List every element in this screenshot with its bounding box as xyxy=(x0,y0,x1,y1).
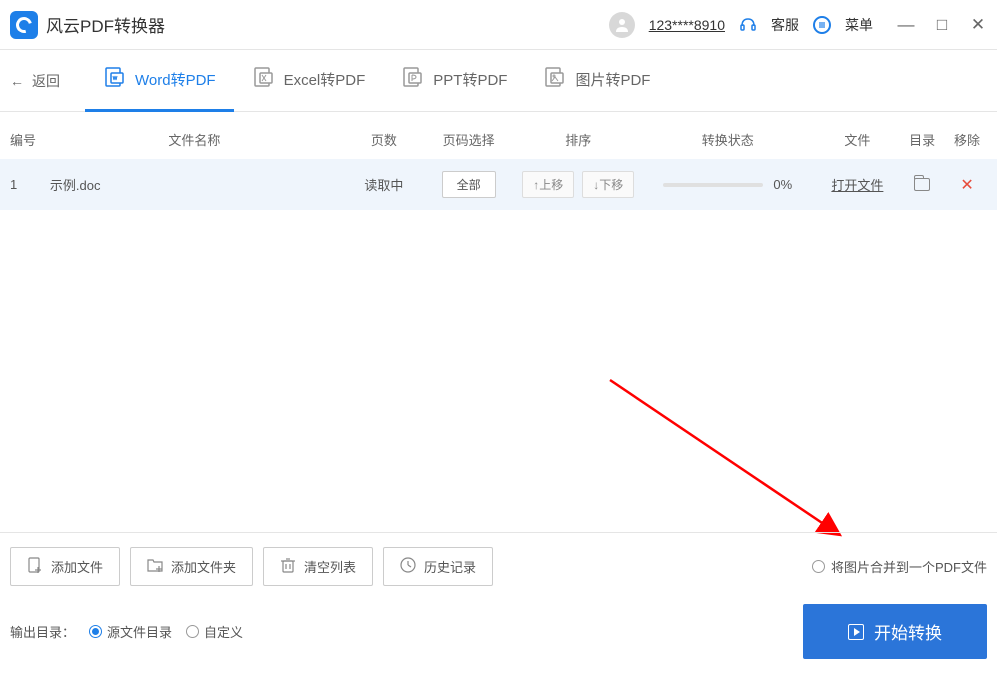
clear-label: 清空列表 xyxy=(304,557,356,576)
source-dir-label: 源文件目录 xyxy=(107,622,172,641)
menu-icon[interactable] xyxy=(813,16,831,34)
row-pages: 读取中 xyxy=(349,175,419,194)
col-file: 文件 xyxy=(818,130,898,149)
output-custom-option[interactable]: 自定义 xyxy=(186,622,243,641)
convert-label: 开始转换 xyxy=(874,619,942,644)
add-file-icon xyxy=(27,557,43,576)
row-filename: 示例.doc xyxy=(40,175,349,194)
custom-label: 自定义 xyxy=(204,622,243,641)
titlebar: 风云PDF转换器 123****8910 客服 菜单 — □ ✕ xyxy=(0,0,997,50)
app-logo xyxy=(10,11,38,39)
col-dir: 目录 xyxy=(897,130,947,149)
footer: 添加文件 添加文件夹 清空列表 历史记录 将图片合并到一个PDF文件 输出目录： xyxy=(0,532,997,673)
tab-label: 图片转PDF xyxy=(575,69,650,90)
add-folder-button[interactable]: 添加文件夹 xyxy=(130,547,253,586)
tab-label: PPT转PDF xyxy=(433,69,507,90)
trash-icon xyxy=(280,557,296,576)
back-arrow-icon: ← xyxy=(10,73,24,89)
history-label: 历史记录 xyxy=(424,557,476,576)
move-up-button[interactable]: ↑上移 xyxy=(522,171,574,198)
start-convert-button[interactable]: 开始转换 xyxy=(803,604,987,659)
col-pages: 页数 xyxy=(349,130,419,149)
menu-link[interactable]: 菜单 xyxy=(845,15,873,35)
tab-label: Excel转PDF xyxy=(284,69,366,90)
close-button[interactable]: ✕ xyxy=(969,15,987,35)
ppt-icon xyxy=(401,66,423,92)
user-label[interactable]: 123****8910 xyxy=(649,17,725,33)
play-icon xyxy=(848,624,864,640)
back-label: 返回 xyxy=(32,71,60,91)
tab-image-to-pdf[interactable]: 图片转PDF xyxy=(525,50,668,112)
row-idx: 1 xyxy=(10,177,40,192)
page-select-button[interactable]: 全部 xyxy=(442,171,496,198)
col-sort: 排序 xyxy=(518,130,638,149)
history-button[interactable]: 历史记录 xyxy=(383,547,493,586)
open-file-link[interactable]: 打开文件 xyxy=(831,178,883,193)
merge-option[interactable]: 将图片合并到一个PDF文件 xyxy=(812,557,987,576)
radio-icon xyxy=(812,560,825,573)
remove-icon[interactable]: ✕ xyxy=(947,175,987,195)
excel-icon xyxy=(252,66,274,92)
headset-icon[interactable] xyxy=(739,16,757,34)
row-page-select: 全部 xyxy=(419,171,519,198)
output-label: 输出目录： xyxy=(10,622,75,641)
tab-label: Word转PDF xyxy=(135,69,216,90)
minimize-button[interactable]: — xyxy=(897,15,915,35)
image-icon xyxy=(543,66,565,92)
word-icon xyxy=(103,66,125,92)
add-file-label: 添加文件 xyxy=(51,557,103,576)
merge-label: 将图片合并到一个PDF文件 xyxy=(831,557,987,576)
customer-service-link[interactable]: 客服 xyxy=(771,15,799,35)
move-down-button[interactable]: ↓下移 xyxy=(582,171,634,198)
col-idx: 编号 xyxy=(10,130,40,149)
table-row: 1 示例.doc 读取中 全部 ↑上移 ↓下移 0% 打开文件 ✕ xyxy=(0,159,997,210)
add-file-button[interactable]: 添加文件 xyxy=(10,547,120,586)
tab-word-to-pdf[interactable]: Word转PDF xyxy=(85,50,234,112)
radio-icon xyxy=(186,625,199,638)
radio-checked-icon xyxy=(89,625,102,638)
back-button[interactable]: ← 返回 xyxy=(10,71,60,91)
tab-excel-to-pdf[interactable]: Excel转PDF xyxy=(234,50,384,112)
avatar-icon[interactable] xyxy=(609,12,635,38)
col-remove: 移除 xyxy=(947,130,987,149)
maximize-button[interactable]: □ xyxy=(933,15,951,35)
clock-icon xyxy=(400,557,416,576)
add-folder-label: 添加文件夹 xyxy=(171,557,236,576)
output-source-dir-option[interactable]: 源文件目录 xyxy=(89,622,172,641)
col-name: 文件名称 xyxy=(40,130,349,149)
col-status: 转换状态 xyxy=(638,130,817,149)
tabbar: ← 返回 Word转PDF Excel转PDF PPT转PDF 图片转PDF xyxy=(0,50,997,112)
add-folder-icon xyxy=(147,557,163,576)
col-select: 页码选择 xyxy=(419,130,519,149)
progress-bar xyxy=(663,183,763,187)
clear-list-button[interactable]: 清空列表 xyxy=(263,547,373,586)
folder-icon[interactable] xyxy=(914,178,930,191)
table-header: 编号 文件名称 页数 页码选择 排序 转换状态 文件 目录 移除 xyxy=(0,112,997,159)
tab-ppt-to-pdf[interactable]: PPT转PDF xyxy=(383,50,525,112)
app-title: 风云PDF转换器 xyxy=(46,12,609,37)
progress-percent: 0% xyxy=(773,177,792,192)
